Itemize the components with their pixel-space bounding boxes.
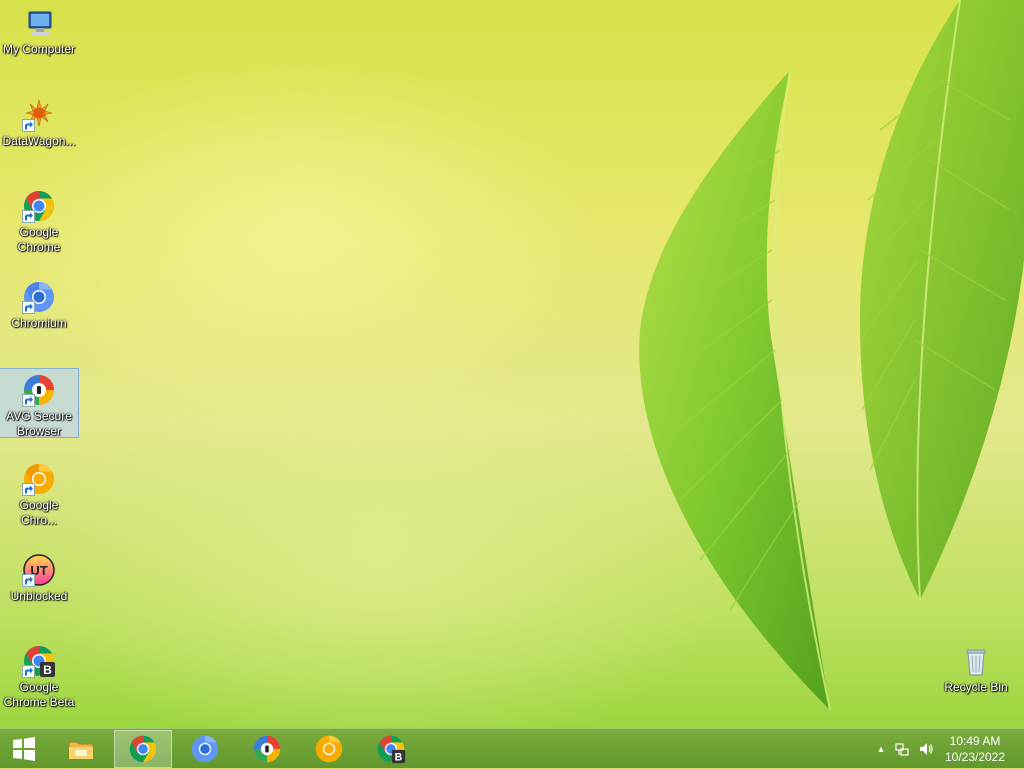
chrome-canary-icon: [22, 462, 56, 496]
clock-time: 10:49 AM: [949, 734, 1001, 748]
desktop-icon-label: DataWagon...: [2, 134, 76, 148]
taskbar-chromium[interactable]: [176, 730, 234, 768]
desktop-icon-label: Google Chro...: [19, 498, 59, 527]
desktop-icon-chromium[interactable]: Chromium: [0, 276, 78, 331]
shortcut-arrow-icon: [22, 210, 35, 223]
desktop-icon-label: Google Chrome Beta: [3, 680, 75, 709]
chrome-beta-icon: B: [377, 735, 406, 763]
desktop-icon-google-chrome[interactable]: Google Chrome: [0, 185, 78, 255]
shortcut-arrow-icon: [22, 119, 35, 132]
system-tray: ▲: [872, 729, 938, 769]
desktop-icon-avg-secure-browser[interactable]: AVG Secure Browser: [0, 368, 79, 438]
taskbar-google-chrome[interactable]: [114, 730, 172, 768]
desktop-icon-label: Recycle Bin: [944, 680, 1008, 694]
taskbar-clock[interactable]: 10:49 AM 10/23/2022: [940, 733, 1010, 765]
start-button[interactable]: [0, 730, 48, 768]
taskbar-file-explorer[interactable]: [52, 730, 110, 768]
shortcut-arrow-icon: [22, 483, 35, 496]
shortcut-arrow-icon: [22, 665, 35, 678]
taskbar-chrome-beta[interactable]: B: [362, 730, 420, 768]
shortcut-arrow-icon: [22, 301, 35, 314]
shortcut-arrow-icon: [22, 574, 35, 587]
computer-icon: [22, 6, 56, 40]
taskbar-avg-secure-browser[interactable]: [238, 730, 296, 768]
shortcut-arrow-icon: [22, 394, 35, 407]
chrome-beta-icon: B: [22, 644, 56, 678]
network-icon[interactable]: [890, 741, 914, 757]
desktop-icon-label: AVG Secure Browser: [6, 409, 72, 438]
chrome-icon: [129, 735, 157, 763]
unblocked-icon: UT: [22, 553, 56, 587]
desktop-icon-google-chrome-canary[interactable]: Google Chro...: [0, 458, 78, 528]
desktop-icon-label: Google Chrome: [17, 225, 61, 254]
show-hidden-icons-chevron[interactable]: ▲: [872, 744, 890, 754]
avg-browser-icon: [22, 373, 56, 407]
desktop-icon-label: Unblocked: [10, 589, 68, 603]
desktop-icon-label: My Computer: [2, 42, 76, 56]
desktop-icon-google-chrome-beta[interactable]: B Google Chrome Beta: [0, 640, 78, 710]
desktop-icon-recycle-bin[interactable]: Recycle Bin: [937, 640, 1015, 695]
chrome-canary-icon: [315, 735, 343, 763]
chromium-icon: [191, 735, 219, 763]
recycle-bin-icon: [959, 644, 993, 678]
taskbar-chrome-canary[interactable]: [300, 730, 358, 768]
windows-start-icon: [13, 737, 35, 761]
chromium-icon: [22, 280, 56, 314]
desktop-icon-label: Chromium: [11, 316, 67, 330]
desktop-icon-datawagon[interactable]: DataWagon...: [0, 94, 78, 149]
volume-icon[interactable]: [914, 741, 938, 757]
folder-icon: [68, 741, 94, 760]
avg-browser-icon: [253, 735, 281, 763]
clock-date: 10/23/2022: [944, 750, 1006, 764]
chrome-icon: [22, 189, 56, 223]
desktop-icon-my-computer[interactable]: My Computer: [0, 2, 78, 57]
datawagon-icon: [22, 98, 56, 132]
svg-text:B: B: [43, 663, 52, 677]
desktop-icon-unblocked[interactable]: UT Unblocked: [0, 549, 78, 604]
wallpaper: [639, 0, 1024, 711]
taskbar: B ▲ 10:49 AM 10/23/2022: [0, 728, 1024, 768]
svg-text:B: B: [395, 751, 403, 763]
